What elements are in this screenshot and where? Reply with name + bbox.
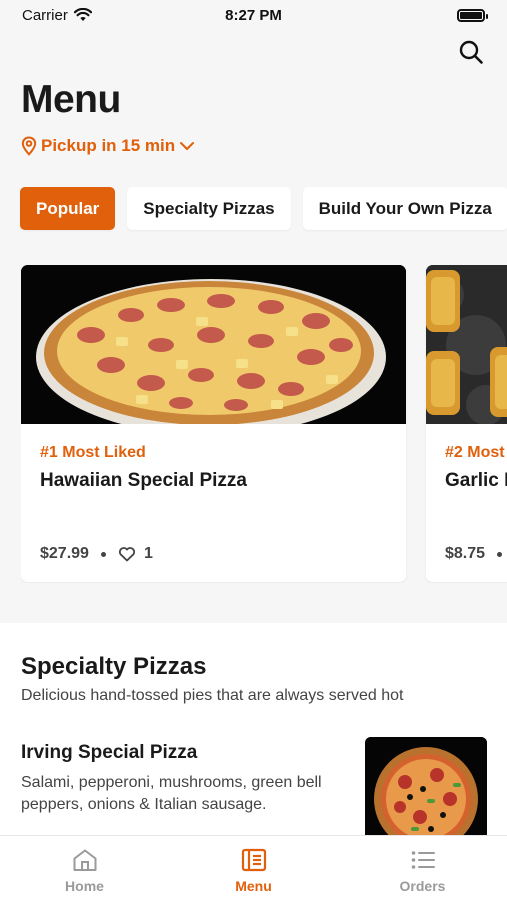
tab-bar-label: Menu (235, 878, 272, 894)
card-body: #2 Most Liked Garlic Bread $8.75 (426, 424, 507, 582)
section-title: Specialty Pizzas (21, 653, 207, 680)
card-rank: #1 Most Liked (40, 444, 146, 461)
chevron-down-icon (180, 142, 195, 150)
heart-icon[interactable] (118, 546, 136, 562)
menu-book-icon (241, 848, 266, 872)
garlic-bread-image (426, 265, 507, 424)
wifi-icon (73, 8, 92, 21)
list-icon (411, 851, 435, 869)
tab-specialty-pizzas[interactable]: Specialty Pizzas (127, 187, 291, 230)
tab-bar-label: Home (65, 878, 104, 894)
card-rank: #2 Most Liked (445, 444, 507, 461)
tab-bar-menu[interactable]: Menu (169, 836, 338, 900)
status-left: Carrier (22, 7, 92, 24)
status-bar: Carrier 8:27 PM (0, 0, 507, 30)
tab-popular[interactable]: Popular (20, 187, 116, 230)
card-price: $27.99 (40, 545, 89, 562)
hawaiian-pizza-image (21, 265, 406, 424)
tab-build-your-own-pizza[interactable]: Build Your Own Pizza (302, 187, 507, 230)
card-meta: $8.75 (445, 545, 506, 563)
featured-carousel[interactable]: #1 Most Liked Hawaiian Special Pizza $27… (21, 265, 507, 583)
like-count: 1 (143, 545, 153, 562)
section-subtitle: Delicious hand-tossed pies that are alwa… (21, 687, 404, 704)
featured-card-garlic-bread[interactable]: #2 Most Liked Garlic Bread $8.75 (426, 265, 507, 582)
card-name: Garlic Bread (445, 470, 507, 491)
location-pin-icon (21, 136, 37, 156)
item-name: Irving Special Pizza (21, 742, 198, 763)
search-button[interactable] (455, 36, 487, 68)
irving-pizza-image (365, 737, 487, 847)
tab-bar: Home Menu Orders (0, 835, 507, 900)
search-icon (459, 40, 483, 64)
tab-bar-label: Orders (399, 878, 446, 894)
page-title: Menu (21, 78, 121, 121)
pickup-selector[interactable]: Pickup in 15 min (21, 136, 195, 156)
home-icon (73, 849, 96, 871)
category-tabs: Popular Specialty Pizzas Build Your Own … (20, 187, 507, 230)
card-body: #1 Most Liked Hawaiian Special Pizza $27… (21, 424, 406, 582)
featured-card-hawaiian[interactable]: #1 Most Liked Hawaiian Special Pizza $27… (21, 265, 406, 582)
separator-dot (100, 551, 106, 557)
tab-bar-home[interactable]: Home (0, 836, 169, 900)
card-meta: $27.99 1 (40, 545, 153, 563)
pickup-label: Pickup in 15 min (41, 136, 176, 155)
separator-dot (497, 551, 503, 557)
tab-bar-orders[interactable]: Orders (338, 836, 507, 900)
battery-icon (457, 8, 488, 22)
card-name: Hawaiian Special Pizza (40, 470, 247, 491)
card-price: $8.75 (445, 545, 486, 562)
item-description: Salami, pepperoni, mushrooms, green bell… (21, 774, 322, 813)
carrier-label: Carrier (22, 6, 68, 24)
